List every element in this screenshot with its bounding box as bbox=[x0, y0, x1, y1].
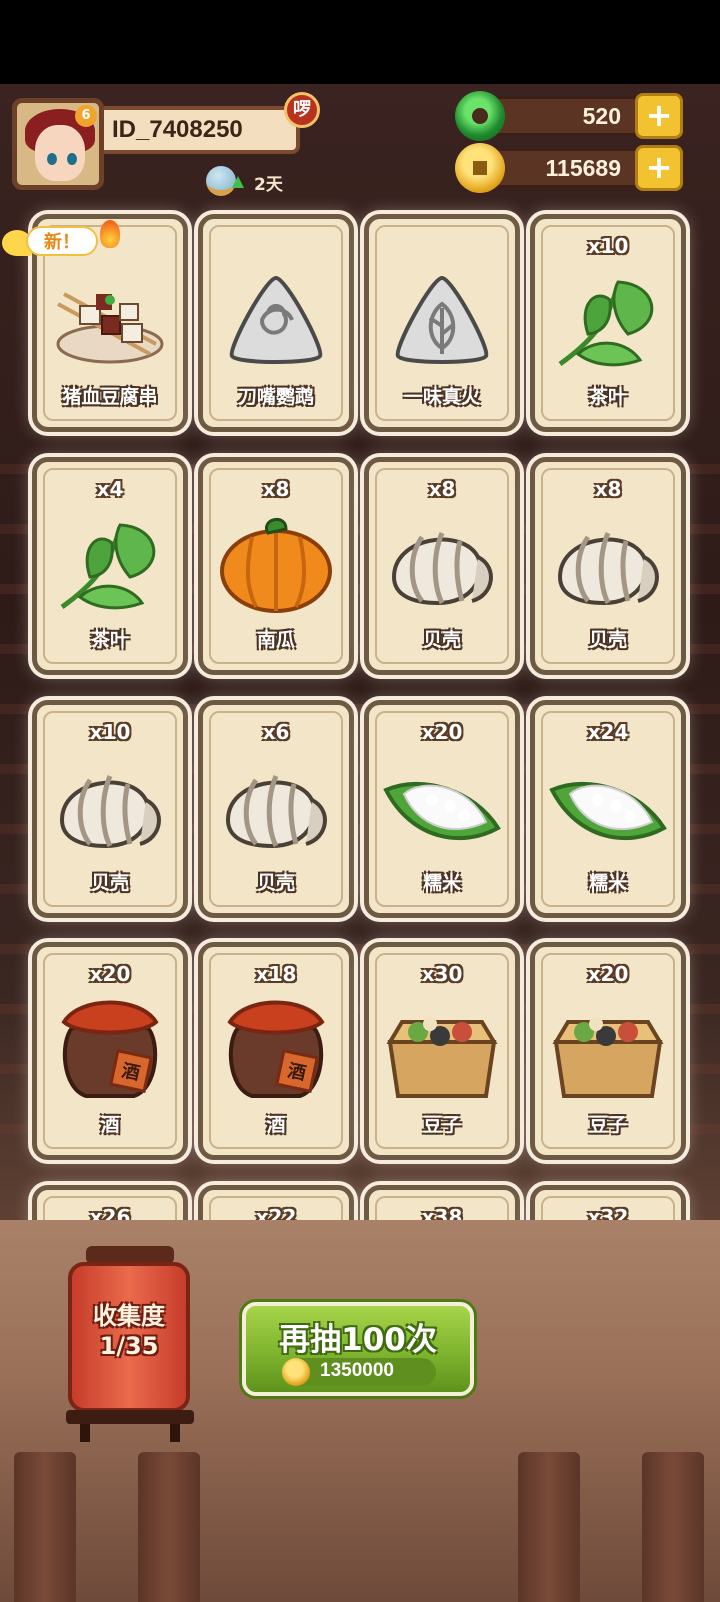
collection-progress: 1/35 bbox=[99, 1332, 159, 1360]
clam-icon bbox=[548, 507, 668, 617]
tea-leaf-icon bbox=[548, 264, 668, 374]
collection-label: 收集度 bbox=[93, 1302, 165, 1330]
reward-card[interactable]: 一味真火 bbox=[364, 214, 520, 432]
card-name: 茶叶 bbox=[90, 629, 129, 651]
draw-cost: 1350000 bbox=[320, 1360, 394, 1381]
card-name: 刀嘴鹦鹉 bbox=[237, 386, 314, 408]
card-quantity: x10 bbox=[89, 720, 131, 744]
reward-card[interactable]: x4 茶叶 bbox=[32, 457, 188, 675]
card-name: 南瓜 bbox=[256, 629, 295, 651]
jade-amount: 520 bbox=[582, 103, 621, 129]
reward-card[interactable]: x8 贝壳 bbox=[364, 457, 520, 675]
card-quantity: x30 bbox=[421, 962, 463, 986]
reward-card[interactable]: x8 南瓜 bbox=[198, 457, 354, 675]
rice-leaf-icon bbox=[382, 750, 502, 860]
reward-card[interactable]: x10 贝壳 bbox=[32, 700, 188, 918]
streak-days: 2天 bbox=[254, 175, 283, 195]
card-quantity: x6 bbox=[262, 720, 290, 744]
card-name: 茶叶 bbox=[588, 386, 627, 408]
card-name: 贝壳 bbox=[256, 872, 295, 894]
coin-amount: 115689 bbox=[545, 155, 621, 181]
card-quantity: x20 bbox=[89, 962, 131, 986]
card-name: 豆子 bbox=[588, 1114, 627, 1136]
reward-card[interactable]: x8 贝壳 bbox=[530, 457, 686, 675]
clam-icon bbox=[50, 750, 170, 860]
jade-currency: 520 + bbox=[455, 91, 683, 141]
tea-leaf-icon bbox=[50, 507, 170, 617]
coin-icon bbox=[455, 143, 505, 193]
card-name: 猪血豆腐串 bbox=[62, 386, 158, 408]
reward-card[interactable]: x20 酒酒 bbox=[32, 942, 188, 1160]
card-quantity: x18 bbox=[255, 962, 297, 986]
card-name: 酒 bbox=[100, 1114, 120, 1136]
card-quantity: x8 bbox=[428, 477, 456, 501]
swirl-stone-icon bbox=[216, 264, 336, 374]
new-tag: 新！ bbox=[2, 220, 120, 262]
wine-jar-icon: 酒 bbox=[50, 992, 170, 1102]
tofu-skewer-icon bbox=[50, 264, 170, 374]
card-name: 贝壳 bbox=[90, 872, 129, 894]
card-quantity: x20 bbox=[587, 962, 629, 986]
coin-currency: 115689 + bbox=[455, 143, 683, 193]
fire-icon bbox=[100, 220, 120, 248]
add-coins-button[interactable]: + bbox=[635, 145, 683, 191]
bean-box-icon bbox=[382, 992, 502, 1102]
card-quantity: x10 bbox=[587, 234, 629, 258]
player-avatar[interactable]: 6 bbox=[12, 98, 104, 190]
card-name: 酒 bbox=[266, 1114, 286, 1136]
card-quantity: x8 bbox=[262, 477, 290, 501]
card-quantity: x20 bbox=[421, 720, 463, 744]
card-name: 糯米 bbox=[422, 872, 461, 894]
card-name: 贝壳 bbox=[422, 629, 461, 651]
card-name: 糯米 bbox=[588, 872, 627, 894]
reward-card[interactable]: x20 豆子 bbox=[530, 942, 686, 1160]
card-quantity: x8 bbox=[594, 477, 622, 501]
coin-icon bbox=[282, 1358, 310, 1386]
card-name: 一味真火 bbox=[403, 386, 480, 408]
pumpkin-icon bbox=[216, 507, 336, 617]
card-name: 贝壳 bbox=[588, 629, 627, 651]
clam-icon bbox=[216, 750, 336, 860]
draw-again-button[interactable]: 再抽100次 1350000 bbox=[242, 1302, 474, 1396]
reward-card[interactable]: x10 茶叶 bbox=[530, 214, 686, 432]
reward-card[interactable]: x18 酒酒 bbox=[198, 942, 354, 1160]
jade-icon bbox=[455, 91, 505, 141]
collection-lantern[interactable]: 收集度 1/35 bbox=[68, 1262, 190, 1412]
rice-leaf-icon bbox=[548, 750, 668, 860]
level-badge: 6 bbox=[75, 105, 97, 127]
leaf-stone-icon bbox=[382, 264, 502, 374]
reward-card[interactable]: x20 糯米 bbox=[364, 700, 520, 918]
card-name: 豆子 bbox=[422, 1114, 461, 1136]
streak-icon bbox=[206, 166, 244, 196]
clam-icon bbox=[382, 507, 502, 617]
bean-box-icon bbox=[548, 992, 668, 1102]
status-bar bbox=[0, 0, 720, 84]
card-quantity: x4 bbox=[96, 477, 124, 501]
draw-again-label: 再抽100次 bbox=[279, 1322, 437, 1358]
wine-jar-icon: 酒 bbox=[216, 992, 336, 1102]
reward-card[interactable]: x24 糯米 bbox=[530, 700, 686, 918]
card-quantity: x24 bbox=[587, 720, 629, 744]
reward-card[interactable]: 刀嘴鹦鹉 bbox=[198, 214, 354, 432]
add-jade-button[interactable]: + bbox=[635, 93, 683, 139]
reward-card[interactable]: x30 豆子 bbox=[364, 942, 520, 1160]
title-badge[interactable]: 啰 bbox=[284, 92, 320, 128]
player-id: ID_7408250 bbox=[104, 106, 300, 154]
reward-card[interactable]: x6 贝壳 bbox=[198, 700, 354, 918]
